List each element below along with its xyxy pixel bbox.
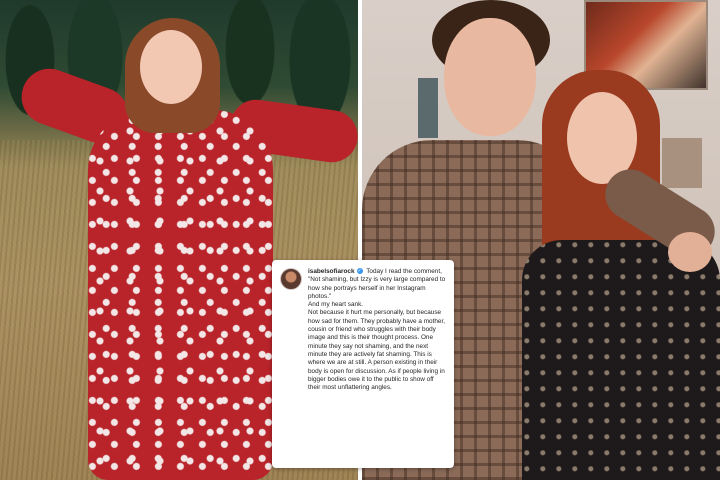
wall-picture bbox=[418, 78, 438, 138]
wall-frame bbox=[662, 138, 702, 188]
instagram-comment-card: isabelsofiarock ✓ Today I read the commen… bbox=[272, 260, 454, 468]
black-floral-dress bbox=[522, 240, 720, 480]
man-face bbox=[444, 18, 536, 136]
comment-text-3: Not because it hurt me personally, but b… bbox=[308, 309, 446, 392]
red-floral-dress bbox=[88, 110, 273, 480]
comment-first-paragraph: isabelsofiarock ✓ Today I read the commen… bbox=[308, 268, 446, 301]
verified-badge-icon: ✓ bbox=[356, 268, 363, 275]
comment-text-2: And my heart sank. bbox=[308, 301, 364, 309]
man-hand bbox=[668, 232, 712, 272]
woman-face bbox=[140, 30, 202, 104]
profile-avatar-icon bbox=[280, 268, 302, 290]
comment-body: isabelsofiarock ✓ Today I read the commen… bbox=[308, 268, 446, 462]
comment-username: isabelsofiarock bbox=[308, 268, 355, 275]
